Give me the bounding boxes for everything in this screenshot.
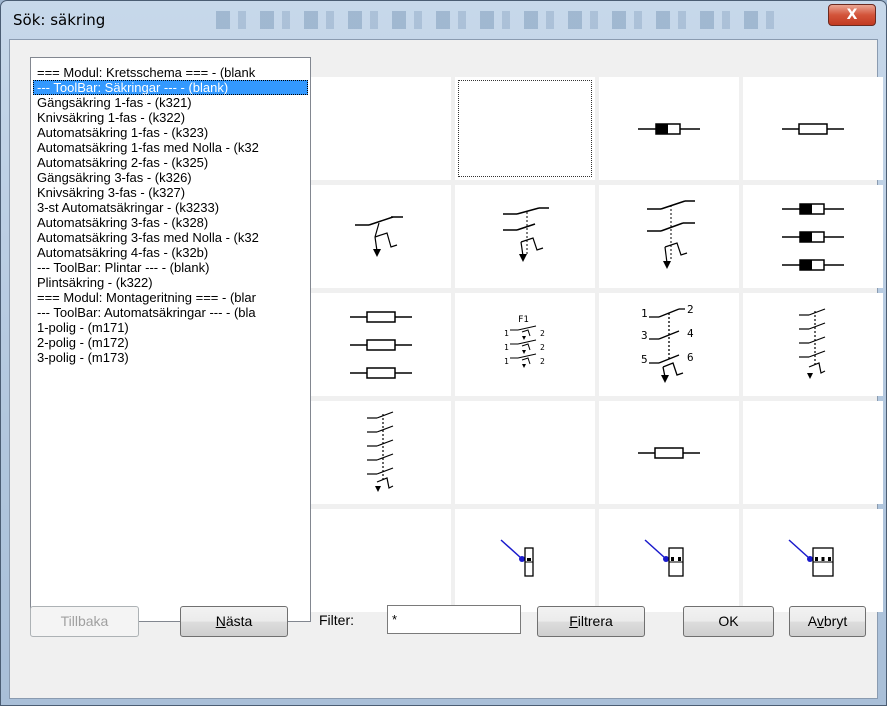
window-title: Sök: säkring: [13, 11, 106, 29]
symbol-cell-mount-1pole[interactable]: [455, 509, 595, 612]
symbol-cell-knife-fuse-3pole[interactable]: [311, 293, 451, 396]
svg-text:2: 2: [540, 343, 545, 352]
symbol-cell-breaker-1pole-neutral[interactable]: [455, 185, 595, 288]
breaker-2pole-icon: [647, 199, 695, 269]
list-item[interactable]: Automatsäkring 4-fas - (k32b): [31, 245, 310, 260]
breaker-3pole-icon: 1 2 3 4 5 6: [641, 303, 694, 383]
filter-input[interactable]: [387, 605, 521, 634]
svg-text:1: 1: [641, 307, 648, 320]
list-item[interactable]: === Modul: Montageritning === - (blar: [31, 290, 310, 305]
close-button[interactable]: X: [828, 4, 876, 26]
back-button[interactable]: Tillbaka: [30, 606, 139, 637]
list-item[interactable]: Automatsäkring 2-fas - (k325): [31, 155, 310, 170]
title-background-blur: [216, 11, 786, 29]
svg-text:4: 4: [687, 327, 694, 340]
symbol-grid: F1 1 2 1 2 1 2 1 2 3 4 5 6: [311, 77, 883, 622]
svg-text:1: 1: [504, 329, 509, 338]
symbol-cell-blank[interactable]: [311, 77, 451, 180]
mount-3pole-icon: [788, 538, 834, 577]
symbol-cell-knife-fuse[interactable]: [743, 77, 883, 180]
svg-text:2: 2: [540, 357, 545, 366]
list-item[interactable]: --- ToolBar: Automatsäkringar --- - (bla: [31, 305, 310, 320]
list-item[interactable]: Automatsäkring 3-fas med Nolla - (k32: [31, 230, 310, 245]
list-item[interactable]: Automatsäkring 3-fas - (k328): [31, 215, 310, 230]
symbol-cell-mount-3pole[interactable]: [743, 509, 883, 612]
list-item[interactable]: 1-polig - (m171): [31, 320, 310, 335]
svg-text:3: 3: [641, 329, 648, 342]
list-item[interactable]: 2-polig - (m172): [31, 335, 310, 350]
breakers-3x-icon: F1 1 2 1 2 1 2: [504, 315, 545, 368]
symbol-cell-gang-fuse[interactable]: [599, 77, 739, 180]
list-item[interactable]: Automatsäkring 1-fas med Nolla - (k32: [31, 140, 310, 155]
dialog-window: Sök: säkring X === Modul: Kretsschema ==…: [0, 0, 887, 706]
breaker-4pole-icon: [367, 410, 394, 492]
fuse-filled-icon: [638, 122, 700, 135]
list-item[interactable]: --- ToolBar: Säkringar --- - (blank): [33, 80, 308, 95]
symbol-cell-blank-focused[interactable]: [455, 77, 595, 180]
list-item[interactable]: === Modul: Kretsschema === - (blank: [31, 65, 310, 80]
symbol-cell-mount-2pole[interactable]: [599, 509, 739, 612]
svg-text:2: 2: [687, 303, 694, 316]
svg-text:1: 1: [504, 357, 509, 366]
fuse-outline-icon: [782, 122, 844, 135]
filter-label: Filter:: [319, 612, 354, 628]
title-bar[interactable]: Sök: säkring X: [1, 1, 886, 35]
symbol-cell-blank[interactable]: [743, 401, 883, 504]
fuse-3pole-filled-icon: [782, 202, 844, 271]
list-item[interactable]: --- ToolBar: Plintar --- - (blank): [31, 260, 310, 275]
symbol-cell-breaker-3pole[interactable]: 1 2 3 4 5 6: [599, 293, 739, 396]
symbol-cell-gang-fuse-3pole[interactable]: [743, 185, 883, 288]
symbol-cell-breaker-1pole[interactable]: [311, 185, 451, 288]
breaker-1pole-neutral-icon: [503, 206, 549, 262]
cancel-button[interactable]: Avbryt: [789, 606, 866, 637]
svg-text:5: 5: [641, 353, 648, 366]
breaker-3pole-neutral-icon: [799, 307, 826, 379]
list-item[interactable]: Automatsäkring 1-fas - (k323): [31, 125, 310, 140]
filter-button[interactable]: Filtrera: [537, 606, 645, 637]
symbol-cell-terminal-fuse[interactable]: [599, 401, 739, 504]
mount-1pole-icon: [500, 538, 534, 577]
symbol-cell-breaker-3pole-neutral[interactable]: [743, 293, 883, 396]
f1-label: F1: [518, 315, 529, 325]
mount-2pole-icon: [644, 538, 684, 577]
list-item[interactable]: 3-polig - (m173): [31, 350, 310, 365]
symbol-cell-breakers-3x[interactable]: F1 1 2 1 2 1 2: [455, 293, 595, 396]
symbol-cell-breaker-4pole[interactable]: [311, 401, 451, 504]
terminal-fuse-icon: [638, 446, 700, 459]
breaker-1pole-icon: [355, 215, 403, 257]
list-item[interactable]: Gängsäkring 1-fas - (k321): [31, 95, 310, 110]
fuse-3pole-outline-icon: [350, 310, 412, 379]
list-item[interactable]: Knivsäkring 3-fas - (k327): [31, 185, 310, 200]
symbol-cell-blank[interactable]: [455, 401, 595, 504]
symbol-cell-blank[interactable]: [311, 509, 451, 612]
svg-text:2: 2: [540, 329, 545, 338]
list-item[interactable]: 3-st Automatsäkringar - (k3233): [31, 200, 310, 215]
symbol-cell-breaker-2pole[interactable]: [599, 185, 739, 288]
results-list[interactable]: === Modul: Kretsschema === - (blank --- T…: [30, 57, 311, 622]
svg-text:6: 6: [687, 351, 694, 364]
ok-button[interactable]: OK: [683, 606, 774, 637]
svg-text:1: 1: [504, 343, 509, 352]
dialog-client-area: === Modul: Kretsschema === - (blank --- T…: [9, 39, 883, 699]
list-item[interactable]: Knivsäkring 1-fas - (k322): [31, 110, 310, 125]
list-item[interactable]: Gängsäkring 3-fas - (k326): [31, 170, 310, 185]
list-item[interactable]: Plintsäkring - (k322): [31, 275, 310, 290]
next-button[interactable]: Nästa: [180, 606, 288, 637]
